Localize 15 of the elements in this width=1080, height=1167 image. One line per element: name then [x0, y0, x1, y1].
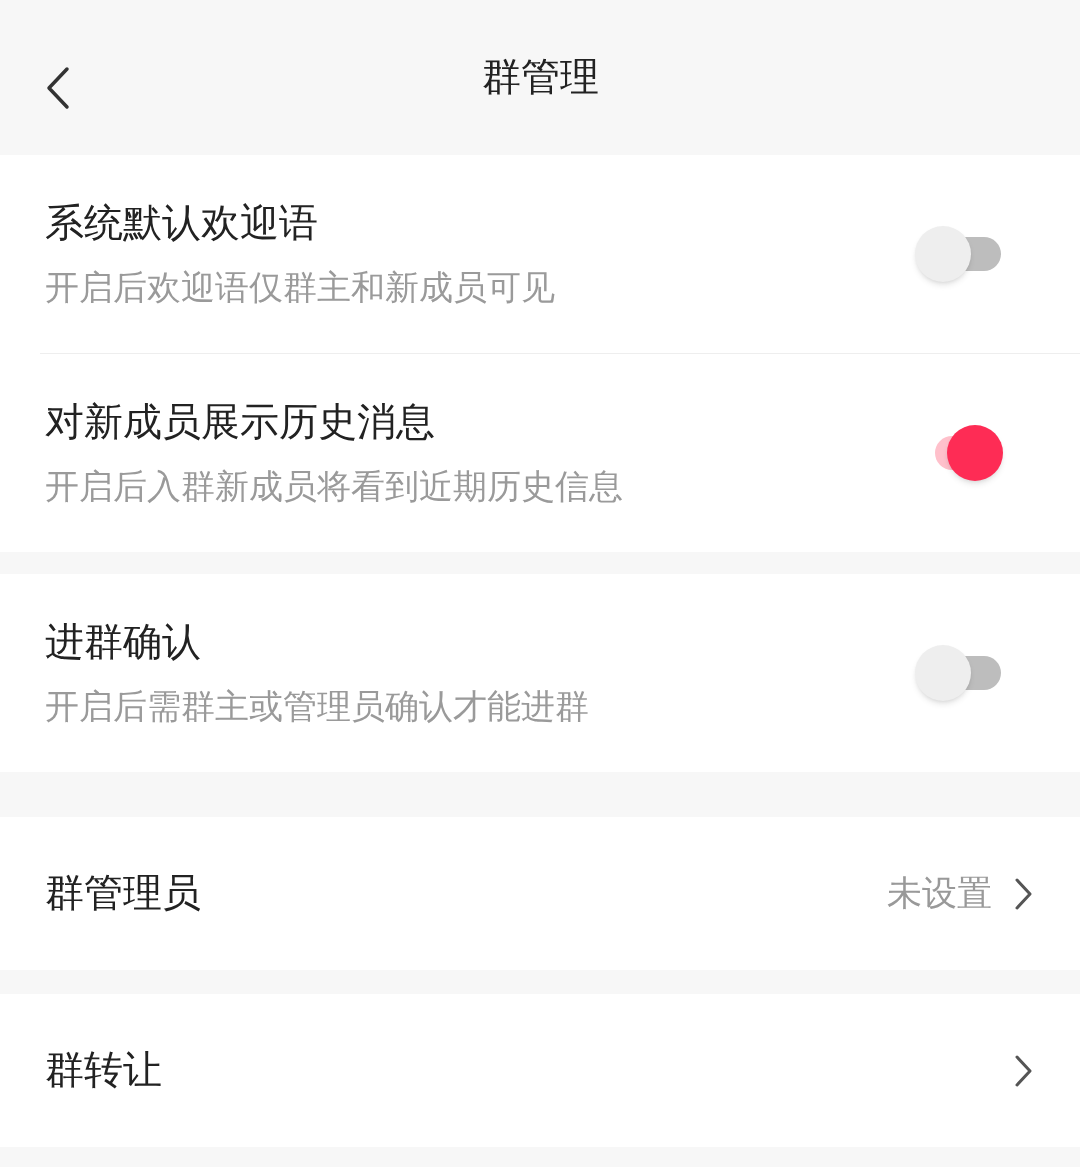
- setting-description: 开启后入群新成员将看到近期历史信息: [45, 465, 624, 508]
- back-icon[interactable]: [45, 66, 71, 110]
- setting-description: 开启后欢迎语仅群主和新成员可见: [45, 266, 556, 309]
- setting-title: 群管理员: [45, 869, 202, 918]
- setting-title: 系统默认欢迎语: [45, 199, 319, 248]
- chevron-right-icon: [1014, 876, 1034, 911]
- setting-title: 对新成员展示历史消息: [45, 398, 436, 447]
- setting-description: 开启后需群主或管理员确认才能进群: [45, 685, 590, 728]
- setting-value: 未设置: [887, 872, 992, 916]
- setting-title: 进群确认: [45, 618, 202, 667]
- chevron-right-icon: [1014, 1053, 1034, 1088]
- setting-title: 群转让: [45, 1046, 163, 1095]
- settings-row[interactable]: 群管理员 未设置: [0, 817, 1080, 970]
- page-title: 群管理: [481, 53, 599, 102]
- settings-row[interactable]: 群转让: [0, 994, 1080, 1147]
